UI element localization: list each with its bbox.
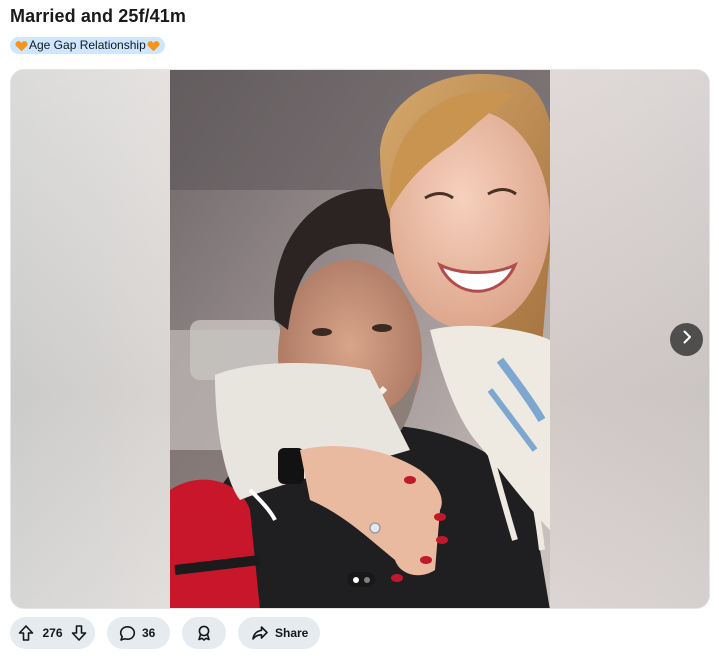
orange-heart-icon (15, 40, 28, 52)
share-arrow-icon (251, 624, 269, 642)
arrow-down-icon[interactable] (70, 624, 88, 642)
post-title[interactable]: Married and 25f/41m (10, 5, 186, 27)
comments-button[interactable]: 36 (107, 617, 170, 649)
gallery-pagination (347, 572, 375, 587)
comment-count: 36 (142, 626, 156, 640)
award-icon (195, 624, 213, 642)
post-flair[interactable]: Age Gap Relationship (10, 37, 165, 54)
flair-label: Age Gap Relationship (29, 38, 146, 52)
share-label: Share (275, 626, 309, 640)
vote-count: 276 (42, 626, 63, 640)
gallery-next-button[interactable] (670, 323, 703, 356)
arrow-up-icon[interactable] (17, 624, 35, 642)
share-button[interactable]: Share (238, 617, 320, 649)
gallery-image[interactable] (170, 70, 550, 608)
image-gallery[interactable] (10, 69, 710, 609)
award-button[interactable] (182, 617, 226, 649)
orange-heart-icon (147, 40, 160, 52)
comment-bubble-icon (119, 625, 136, 642)
post-card: Married and 25f/41m Age Gap Relationship (0, 0, 719, 656)
pagination-dot-active[interactable] (352, 576, 359, 583)
pagination-dot[interactable] (363, 576, 370, 583)
chevron-right-icon (680, 330, 694, 349)
vote-control: 276 (10, 617, 95, 649)
